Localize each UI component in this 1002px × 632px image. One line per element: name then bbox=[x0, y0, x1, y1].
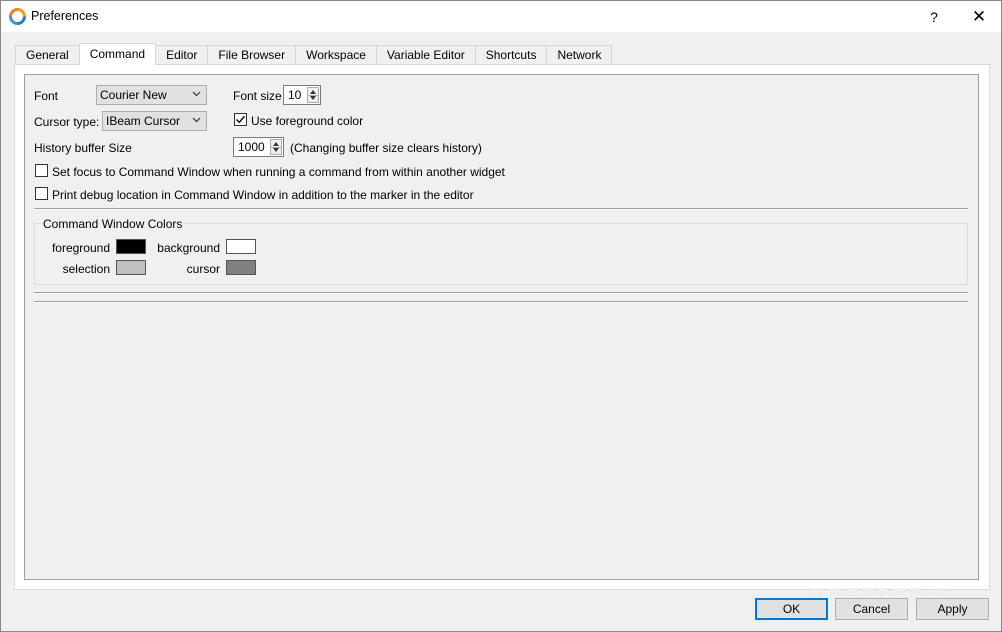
history-buffer-spinbox[interactable]: 1000 bbox=[233, 137, 284, 157]
colors-group-title: Command Window Colors bbox=[42, 217, 184, 231]
font-combobox[interactable]: Courier New bbox=[96, 85, 207, 105]
help-button[interactable]: ? bbox=[913, 1, 955, 32]
cursor-color-swatch[interactable] bbox=[226, 260, 256, 275]
preferences-tabs: General Command Editor File Browser Work… bbox=[15, 43, 613, 65]
separator bbox=[34, 292, 968, 294]
tab-content-frame: Font Courier New Font size 10 Cursor typ… bbox=[14, 64, 990, 590]
font-size-spin-buttons[interactable] bbox=[307, 87, 319, 103]
font-combobox-value: Courier New bbox=[100, 88, 167, 102]
font-size-label: Font size bbox=[233, 89, 282, 103]
command-settings-page: Font Courier New Font size 10 Cursor typ… bbox=[24, 74, 979, 580]
history-buffer-note: (Changing buffer size clears history) bbox=[290, 141, 482, 155]
window-title: Preferences bbox=[31, 9, 99, 23]
history-buffer-spin-buttons[interactable] bbox=[270, 139, 282, 155]
tab-general[interactable]: General bbox=[15, 45, 79, 65]
apply-button[interactable]: Apply bbox=[916, 598, 989, 620]
octave-logo-icon bbox=[9, 8, 26, 25]
ok-button[interactable]: OK bbox=[755, 598, 828, 620]
separator bbox=[34, 208, 968, 210]
font-label: Font bbox=[34, 89, 59, 103]
separator bbox=[34, 301, 968, 303]
checkmark-icon bbox=[236, 115, 246, 124]
set-focus-label: Set focus to Command Window when running… bbox=[52, 165, 505, 179]
tab-variable-editor[interactable]: Variable Editor bbox=[375, 45, 475, 65]
print-debug-label: Print debug location in Command Window i… bbox=[52, 188, 474, 202]
cursor-type-value: IBeam Cursor bbox=[106, 114, 181, 128]
tab-command[interactable]: Command bbox=[78, 43, 157, 65]
chevron-down-icon bbox=[192, 91, 201, 97]
title-bar[interactable]: Preferences ? ✕ bbox=[1, 1, 1001, 32]
history-buffer-value: 1000 bbox=[238, 140, 265, 154]
cursor-type-label: Cursor type: bbox=[34, 115, 100, 129]
cancel-button[interactable]: Cancel bbox=[835, 598, 908, 620]
tab-file-browser[interactable]: File Browser bbox=[207, 45, 296, 65]
background-color-swatch[interactable] bbox=[226, 239, 256, 254]
selection-color-swatch[interactable] bbox=[116, 260, 146, 275]
tab-shortcuts[interactable]: Shortcuts bbox=[474, 45, 547, 65]
chevron-down-icon bbox=[192, 117, 201, 123]
font-size-spinbox[interactable]: 10 bbox=[283, 85, 321, 105]
set-focus-checkbox[interactable] bbox=[35, 164, 48, 177]
tab-editor[interactable]: Editor bbox=[156, 45, 208, 65]
tab-network[interactable]: Network bbox=[546, 45, 613, 65]
foreground-color-label: foreground bbox=[51, 241, 110, 255]
tab-workspace[interactable]: Workspace bbox=[295, 45, 376, 65]
background-color-label: background bbox=[157, 241, 220, 255]
cursor-type-combobox[interactable]: IBeam Cursor bbox=[102, 111, 207, 131]
close-button[interactable]: ✕ bbox=[957, 1, 1001, 32]
use-foreground-color-checkbox[interactable] bbox=[234, 113, 247, 126]
use-foreground-color-label: Use foreground color bbox=[251, 114, 364, 128]
print-debug-checkbox[interactable] bbox=[35, 187, 48, 200]
cursor-color-label: cursor bbox=[186, 262, 220, 276]
selection-color-label: selection bbox=[62, 262, 110, 276]
preferences-window: Preferences ? ✕ General Command Editor F… bbox=[0, 0, 1002, 632]
foreground-color-swatch[interactable] bbox=[116, 239, 146, 254]
history-buffer-label: History buffer Size bbox=[34, 141, 132, 155]
font-size-value: 10 bbox=[288, 88, 302, 102]
